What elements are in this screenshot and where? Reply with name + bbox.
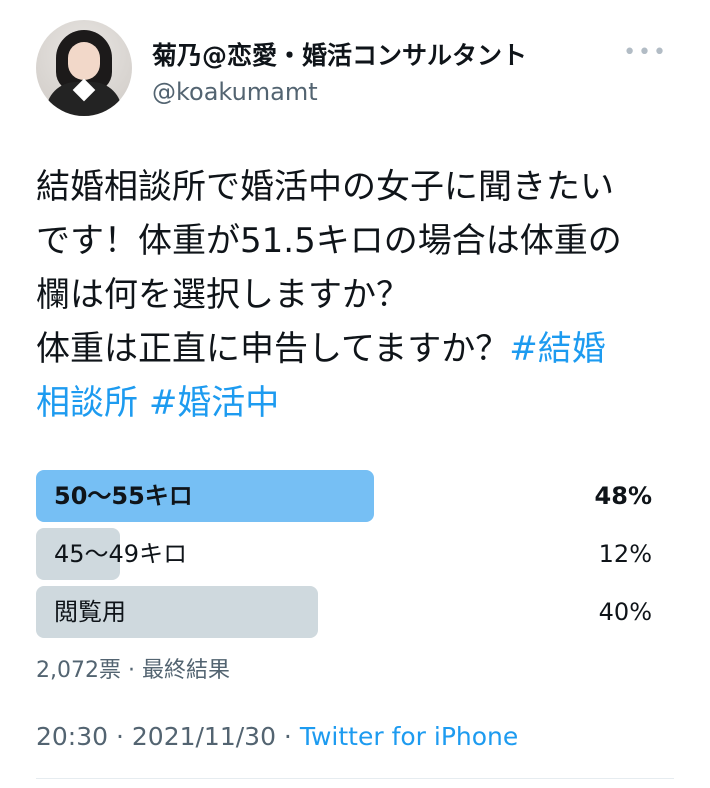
poll: 50〜55キロ 48% 45〜49キロ 12% 閲覧用 40% bbox=[36, 470, 674, 644]
poll-option-percent: 12% bbox=[598, 540, 652, 568]
avatar-face bbox=[68, 42, 100, 80]
tweet-line: 相談所 #婚活中 bbox=[36, 376, 676, 430]
hashtag-link-continued[interactable]: 相談所 bbox=[36, 383, 138, 423]
poll-status: 2,072票 · 最終結果 bbox=[36, 658, 230, 683]
poll-option-label: 閲覧用 bbox=[54, 598, 126, 626]
user-handle[interactable]: @koakumamt bbox=[152, 78, 318, 106]
poll-option-label: 45〜49キロ bbox=[54, 540, 188, 568]
poll-option-percent: 48% bbox=[594, 482, 652, 510]
poll-option: 45〜49キロ 12% bbox=[36, 528, 674, 580]
meta-separator: · bbox=[108, 722, 132, 751]
avatar[interactable] bbox=[36, 20, 132, 116]
poll-option: 50〜55キロ 48% bbox=[36, 470, 674, 522]
tweet-source-link[interactable]: Twitter for iPhone bbox=[300, 722, 518, 751]
hashtag-link[interactable]: #結婚 bbox=[509, 329, 606, 369]
poll-option-percent: 40% bbox=[598, 598, 652, 626]
divider bbox=[36, 778, 674, 779]
tweet-line: 欄は何を選択しますか？ bbox=[36, 275, 410, 315]
tweet-line: です！体重が51.5キロの場合は体重の bbox=[36, 221, 622, 261]
poll-option: 閲覧用 40% bbox=[36, 586, 674, 638]
poll-option-label: 50〜55キロ bbox=[54, 482, 193, 510]
tweet-meta: 20:30 · 2021/11/30 · Twitter for iPhone bbox=[36, 722, 518, 751]
tweet-line: 結婚相談所で婚活中の女子に聞きたい bbox=[36, 167, 614, 207]
more-dots-icon[interactable]: ••• bbox=[623, 42, 668, 64]
display-name[interactable]: 菊乃@恋愛・婚活コンサルタント bbox=[152, 36, 527, 72]
tweet-text: 結婚相談所で婚活中の女子に聞きたい です！体重が51.5キロの場合は体重の 欄は… bbox=[36, 160, 676, 430]
meta-separator: · bbox=[275, 722, 300, 751]
tweet-line-text: 体重は正直に申告してますか？ bbox=[36, 329, 510, 369]
tweet-line: 体重は正直に申告してますか？#結婚 bbox=[36, 322, 676, 376]
tweet-time[interactable]: 20:30 bbox=[36, 722, 108, 751]
tweet-header: 菊乃@恋愛・婚活コンサルタント @koakumamt ••• bbox=[36, 20, 674, 130]
hashtag-link[interactable]: #婚活中 bbox=[149, 383, 280, 423]
tweet-date[interactable]: 2021/11/30 bbox=[132, 722, 276, 751]
